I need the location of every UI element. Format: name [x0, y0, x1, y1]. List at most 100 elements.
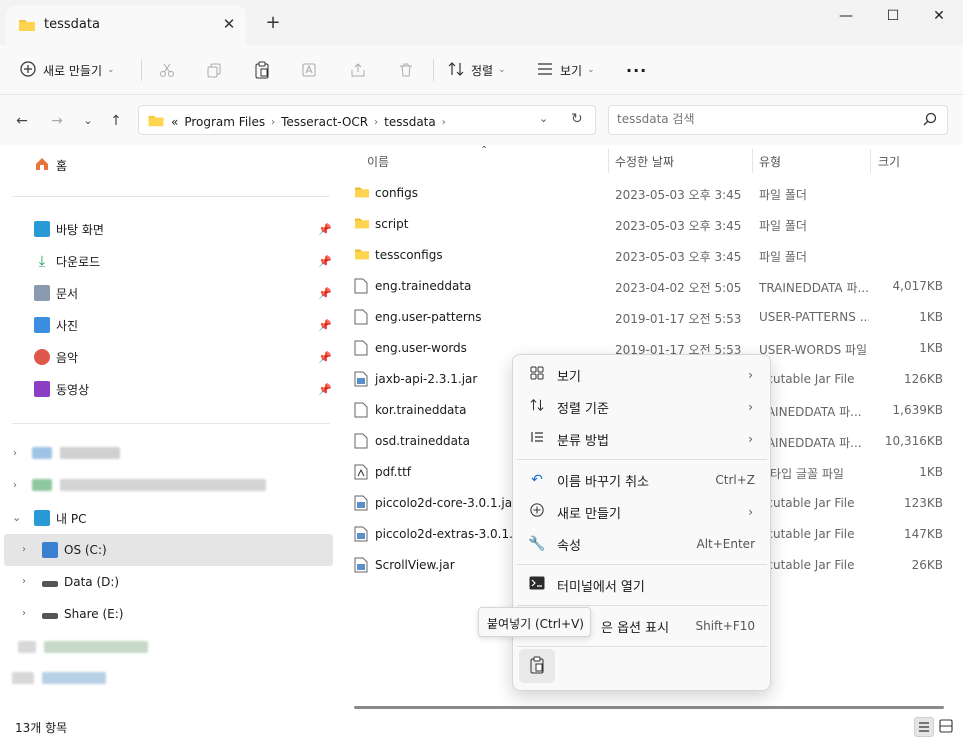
view-button[interactable]: 보기 ⌄: [537, 56, 595, 84]
address-bar[interactable]: « Program Files › Tesseract-OCR › tessda…: [138, 105, 596, 135]
menu-item-label: 속성: [557, 538, 581, 554]
sidebar-item-blurred[interactable]: [32, 447, 120, 462]
file-size: 126KB: [903, 372, 943, 386]
copy-button[interactable]: [203, 56, 225, 84]
breadcrumb-program-files[interactable]: Program Files: [184, 115, 265, 129]
chevron-right-icon: ›: [748, 400, 753, 414]
breadcrumb-tessdata[interactable]: tessdata: [384, 115, 436, 129]
pin-icon[interactable]: 📌: [318, 287, 332, 300]
sidebar-item-label: 다운로드: [56, 254, 101, 269]
menu-item-sort-by[interactable]: 정렬 기준 ›: [517, 391, 767, 423]
sidebar-item-blurred[interactable]: [12, 672, 106, 687]
recent-locations-button[interactable]: ⌄: [79, 112, 97, 130]
file-type: 파일 폴더: [759, 188, 807, 202]
sidebar-item-this-pc[interactable]: 내 PC: [34, 503, 367, 533]
search-input[interactable]: [617, 112, 907, 126]
up-button[interactable]: ↑: [107, 112, 125, 130]
sidebar-item-data-d[interactable]: Data (D:): [42, 567, 375, 597]
download-icon: ⤓: [38, 252, 46, 270]
sidebar-item-label: 문서: [56, 286, 79, 301]
breadcrumb-tesseract-ocr[interactable]: Tesseract-OCR: [281, 115, 368, 129]
folder-icon: [354, 185, 370, 201]
chevron-down-icon[interactable]: ⌄: [12, 511, 21, 524]
file-name: configs: [375, 186, 418, 200]
column-header-size[interactable]: 크기: [878, 153, 900, 170]
sidebar-item-blurred[interactable]: [32, 479, 266, 494]
new-button[interactable]: 새로 만들기 ⌄: [20, 56, 115, 84]
chevron-right-icon[interactable]: ›: [22, 576, 26, 587]
paste-quick-button[interactable]: [519, 649, 555, 683]
chevron-right-icon[interactable]: ›: [13, 448, 17, 459]
details-view-button[interactable]: [914, 717, 934, 737]
menu-item-open-terminal[interactable]: 터미널에서 열기: [517, 569, 767, 601]
cut-button[interactable]: [156, 56, 178, 84]
chevron-right-icon[interactable]: ›: [22, 544, 26, 555]
file-row[interactable]: eng.user-patterns 2019-01-17 오전 5:53 USER-…: [348, 302, 958, 333]
address-history-chevron-icon[interactable]: ⌄: [539, 112, 548, 125]
search-icon[interactable]: [923, 112, 937, 129]
rename-button[interactable]: [299, 56, 321, 84]
file-size: 1KB: [919, 310, 943, 324]
forward-button[interactable]: →: [48, 112, 66, 130]
folder-icon: [354, 216, 370, 232]
menu-item-properties[interactable]: 🔧 속성 Alt+Enter: [517, 528, 767, 560]
column-header-date[interactable]: 수정한 날짜: [615, 153, 674, 170]
tab-close-icon[interactable]: ✕: [219, 14, 239, 34]
horizontal-scrollbar[interactable]: [354, 706, 944, 709]
delete-button[interactable]: [395, 56, 417, 84]
refresh-icon[interactable]: ↻: [571, 111, 583, 127]
pin-icon[interactable]: 📌: [318, 319, 332, 332]
column-header-type[interactable]: 유형: [759, 153, 781, 170]
trash-icon: [395, 59, 417, 81]
more-options-button[interactable]: ···: [626, 56, 647, 84]
navigation-pane: 홈 바탕 화면 📌 ⤓ 다운로드 📌 문서 📌 사진 📌 음악 📌 동영상 📌 …: [0, 145, 336, 715]
chevron-right-icon[interactable]: ›: [374, 117, 378, 128]
sort-button[interactable]: 정렬 ⌄: [448, 56, 506, 84]
paste-button[interactable]: [251, 56, 273, 84]
new-tab-button[interactable]: +: [262, 12, 284, 34]
title-bar: tessdata ✕ + — ☐ ✕: [0, 0, 963, 45]
pin-icon[interactable]: 📌: [318, 223, 332, 236]
chevron-down-icon: ⌄: [107, 65, 115, 75]
chevron-right-icon[interactable]: ›: [271, 117, 275, 128]
file-row[interactable]: tessconfigs 2023-05-03 오후 3:45 파일 폴더: [348, 240, 958, 271]
file-row[interactable]: eng.traineddata 2023-04-02 오전 5:05 TRAINED…: [348, 271, 958, 302]
menu-item-view[interactable]: 보기 ›: [517, 359, 767, 391]
sidebar-item-os-c[interactable]: OS (C:): [42, 535, 375, 565]
chevron-right-icon[interactable]: ›: [13, 480, 17, 491]
maximize-button[interactable]: ☐: [875, 4, 911, 28]
close-button[interactable]: ✕: [921, 4, 957, 28]
menu-item-new[interactable]: 새로 만들기 ›: [517, 496, 767, 528]
chevron-right-icon[interactable]: ›: [442, 117, 446, 128]
windows-drive-icon: [42, 542, 58, 558]
menu-item-label: 새로 만들기: [557, 506, 621, 522]
tiles-view-button[interactable]: [937, 717, 957, 737]
view-label: 보기: [560, 63, 583, 78]
sidebar-item-blurred[interactable]: [18, 641, 148, 656]
file-row[interactable]: script 2023-05-03 오후 3:45 파일 폴더: [348, 209, 958, 240]
search-box[interactable]: [608, 105, 948, 135]
column-divider[interactable]: [608, 149, 609, 173]
file-size: 1KB: [919, 465, 943, 479]
back-button[interactable]: ←: [13, 112, 31, 130]
file-name: eng.user-words: [375, 341, 467, 355]
column-header-name[interactable]: 이름: [367, 153, 389, 170]
breadcrumb: « Program Files › Tesseract-OCR › tessda…: [147, 113, 446, 131]
menu-item-group-by[interactable]: 분류 방법 ›: [517, 423, 767, 455]
pin-icon[interactable]: 📌: [318, 255, 332, 268]
file-name: eng.traineddata: [375, 279, 472, 293]
file-row[interactable]: configs 2023-05-03 오후 3:45 파일 폴더: [348, 178, 958, 209]
column-divider[interactable]: [870, 149, 871, 173]
sidebar-item-share-e[interactable]: Share (E:): [42, 599, 375, 629]
minimize-button[interactable]: —: [828, 4, 864, 28]
tab-tessdata[interactable]: tessdata ✕: [6, 6, 246, 45]
column-divider[interactable]: [752, 149, 753, 173]
sidebar-item-home[interactable]: 홈: [34, 150, 367, 180]
pin-icon[interactable]: 📌: [318, 383, 332, 396]
share-button[interactable]: [347, 56, 369, 84]
pin-icon[interactable]: 📌: [318, 351, 332, 364]
menu-item-undo-rename[interactable]: ↶ 이름 바꾸기 취소 Ctrl+Z: [517, 464, 767, 496]
chevron-right-icon[interactable]: ›: [22, 608, 26, 619]
breadcrumb-overflow[interactable]: «: [171, 115, 178, 129]
clipboard-icon: [529, 656, 545, 677]
